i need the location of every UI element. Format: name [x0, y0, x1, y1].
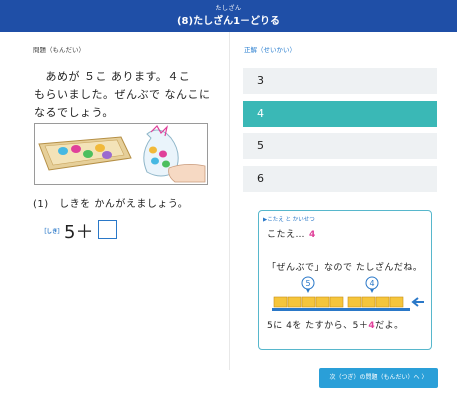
- candy-3: [83, 150, 93, 158]
- candy-4: [95, 144, 105, 152]
- explanation-answer: こたえ… 4: [267, 227, 316, 240]
- candy-illustration-svg: [38, 125, 206, 183]
- left-block-group: [273, 296, 344, 308]
- line2-part-a: 5に 4を たすから、5＋: [267, 321, 369, 331]
- answer-input-box[interactable]: [98, 220, 117, 239]
- question-section-label: 問題（もんだい）: [33, 46, 85, 54]
- question-text: あめが ５こ あります。４こ もらいました。ぜんぶで なんこに なるでしょう。: [34, 68, 214, 122]
- block-base-line: [272, 308, 410, 311]
- answer-prefix: こたえ…: [267, 230, 306, 240]
- next-question-label: 次（つぎ）の問題（もんだい）へ: [329, 374, 420, 381]
- choice-option-1[interactable]: 3: [243, 68, 437, 94]
- marker-5-label: 5: [305, 279, 310, 288]
- bag-candy-4: [162, 160, 170, 168]
- hand-shape: [168, 164, 206, 183]
- sub-question-prompt: (1) しきを かんがえましょう。: [33, 199, 189, 210]
- explanation-box: ▶こたえ と かいせつ こたえ…4 「ぜんぶで」なので たしざんだね。 5 4: [258, 210, 432, 350]
- next-question-button[interactable]: 次（つぎ）の問題（もんだい）へ 〉: [319, 368, 438, 388]
- block-diagram: 5 4: [268, 275, 426, 315]
- page-title: (8)たしざん1－どりる: [176, 16, 281, 27]
- marker-4-pointer: [370, 289, 374, 293]
- bag-candy-1: [149, 146, 157, 154]
- siki-label-text: しき: [46, 229, 58, 235]
- candy-illustration: [34, 123, 208, 185]
- explanation-header: ▶こたえ と かいせつ: [263, 217, 315, 223]
- header-bar: たしざん (8)たしざん1－どりる: [0, 0, 457, 32]
- candy-1: [58, 147, 68, 155]
- question-line-1: あめが ５こ あります。４こ: [34, 70, 191, 83]
- expression-text: 5＋: [64, 222, 94, 243]
- chevron-right-icon: 〉: [421, 374, 428, 381]
- question-line-2: もらいました。ぜんぶで なんこに: [34, 88, 211, 101]
- answer-section-label: 正解（せいかい）: [244, 46, 296, 54]
- left-arrow-icon: [411, 297, 424, 307]
- siki-label: ［しき］: [41, 229, 64, 235]
- marker-4-label: 4: [369, 279, 374, 288]
- choice-option-4[interactable]: 6: [243, 166, 437, 192]
- title-ruby: たしざん: [215, 5, 242, 12]
- candy-2: [71, 145, 81, 153]
- bag-candy-3: [151, 157, 159, 165]
- explanation-line-2: 5に 4を たすから、5＋4だよ。: [267, 318, 404, 331]
- explanation-line-1: 「ぜんぶで」なので たしざんだね。: [267, 263, 423, 273]
- block-diagram-svg: 5 4: [272, 276, 424, 311]
- right-block-group: [347, 296, 404, 308]
- answer-value: 4: [309, 230, 316, 240]
- question-line-3: なるでしょう。: [34, 106, 114, 119]
- choice-option-3[interactable]: 5: [243, 133, 437, 159]
- column-divider: [229, 32, 230, 370]
- bag-candy-2: [159, 150, 167, 158]
- candy-5: [102, 151, 112, 159]
- marker-5-pointer: [306, 289, 310, 293]
- choice-option-2[interactable]: 4: [243, 101, 437, 127]
- line2-part-b: だよ。: [375, 321, 404, 331]
